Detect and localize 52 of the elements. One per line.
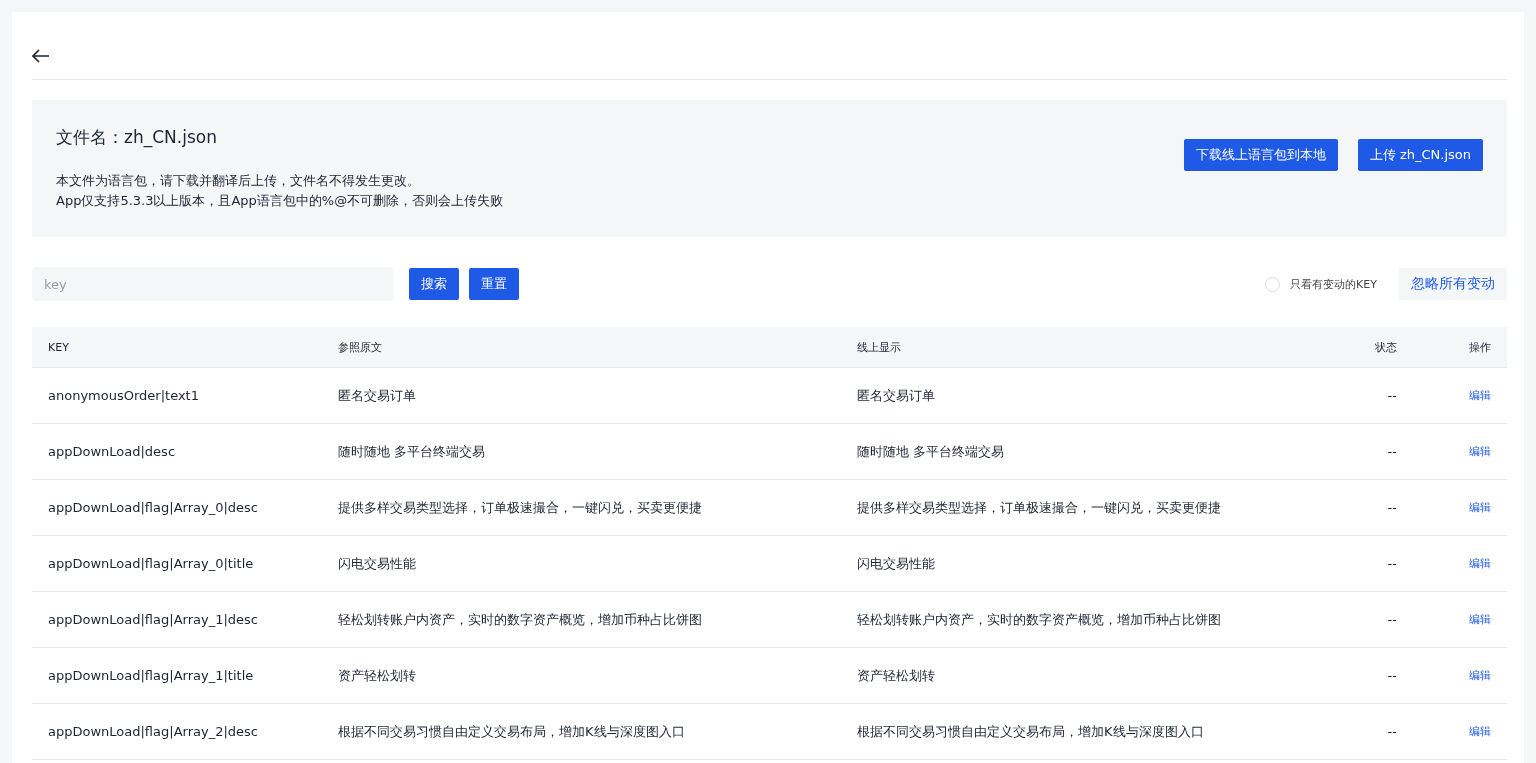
file-name-title: 文件名：zh_CN.json xyxy=(56,126,218,149)
table-cell-text: 随时随地 多平台终端交易 xyxy=(856,442,1006,461)
download-button[interactable]: 下载线上语言包到本地 xyxy=(1183,138,1338,171)
table-cell-text: -- xyxy=(1386,444,1398,459)
table-cell-text: 闪电交易性能 xyxy=(856,554,936,573)
table-cell-text: -- xyxy=(1386,668,1398,683)
table-cell-text: -- xyxy=(1386,612,1398,627)
column-header: 状态 xyxy=(1374,339,1398,355)
radio-button[interactable] xyxy=(1265,276,1281,292)
column-header: KEY xyxy=(47,340,70,354)
edit-link[interactable]: 编辑 xyxy=(1469,388,1491,403)
edit-link[interactable]: 编辑 xyxy=(1469,668,1491,683)
table-cell-text: 根据不同交易习惯自由定义交易布局，增加K线与深度图入口 xyxy=(337,722,686,741)
table-cell-text: -- xyxy=(1386,500,1398,515)
reset-button[interactable]: 重置 xyxy=(469,268,519,300)
table-cell-text: 闪电交易性能 xyxy=(337,554,417,573)
table-cell-text: anonymousOrder|text1 xyxy=(47,388,200,403)
column-header: 操作 xyxy=(1468,339,1492,355)
search-button[interactable]: 搜索 xyxy=(409,268,459,300)
table-cell-text: 资产轻松划转 xyxy=(856,666,936,685)
edit-link[interactable]: 编辑 xyxy=(1469,500,1491,515)
ignore-changes-button[interactable]: 忽略所有变动 xyxy=(1399,268,1507,300)
instruction-text: 本文件为语言包，请下载并翻译后上传，文件名不得发生更改。 xyxy=(56,172,421,190)
back-arrow-icon[interactable] xyxy=(32,48,50,63)
edit-link[interactable]: 编辑 xyxy=(1469,556,1491,571)
table-cell-text: appDownLoad|flag|Array_1|title xyxy=(47,668,255,683)
table-cell-text: appDownLoad|flag|Array_0|title xyxy=(47,556,255,571)
table-cell-text: appDownLoad|desc xyxy=(47,444,177,459)
table-cell-text: -- xyxy=(1386,724,1398,739)
table-cell-text: 轻松划转账户内资产，实时的数字资产概览，增加币种占比饼图 xyxy=(856,610,1222,629)
table-cell-text: 提供多样交易类型选择，订单极速撮合，一键闪兑，买卖更便捷 xyxy=(856,498,1222,517)
edit-link[interactable]: 编辑 xyxy=(1469,612,1491,627)
instruction-text: App仅支持5.3.3以上版本，且App语言包中的%@不可删除，否则会上传失败 xyxy=(56,192,504,210)
table-cell-text: 匿名交易订单 xyxy=(856,386,936,405)
table-cell-text: 轻松划转账户内资产，实时的数字资产概览，增加币种占比饼图 xyxy=(337,610,703,629)
table-cell-text: 随时随地 多平台终端交易 xyxy=(337,442,487,461)
column-header: 参照原文 xyxy=(337,339,383,355)
table-cell-text: 根据不同交易习惯自由定义交易布局，增加K线与深度图入口 xyxy=(856,722,1205,741)
search-field[interactable]: key xyxy=(32,267,393,301)
edit-link[interactable]: 编辑 xyxy=(1469,724,1491,739)
edit-link[interactable]: 编辑 xyxy=(1469,444,1491,459)
table-cell-text: appDownLoad|flag|Array_0|desc xyxy=(47,500,259,515)
table-cell-text: 提供多样交易类型选择，订单极速撮合，一键闪兑，买卖更便捷 xyxy=(337,498,703,517)
table-cell-text: -- xyxy=(1386,388,1398,403)
table-cell-text: appDownLoad|flag|Array_1|desc xyxy=(47,612,259,627)
column-header: 线上显示 xyxy=(856,339,902,355)
table-cell-text: 资产轻松划转 xyxy=(337,666,417,685)
table-cell-text: -- xyxy=(1386,556,1398,571)
filter-label: 只看有变动的KEY xyxy=(1290,276,1377,292)
table-cell-text: appDownLoad|flag|Array_2|desc xyxy=(47,724,259,739)
upload-button[interactable]: 上传 zh_CN.json xyxy=(1357,138,1483,171)
table-cell-text: 匿名交易订单 xyxy=(337,386,417,405)
